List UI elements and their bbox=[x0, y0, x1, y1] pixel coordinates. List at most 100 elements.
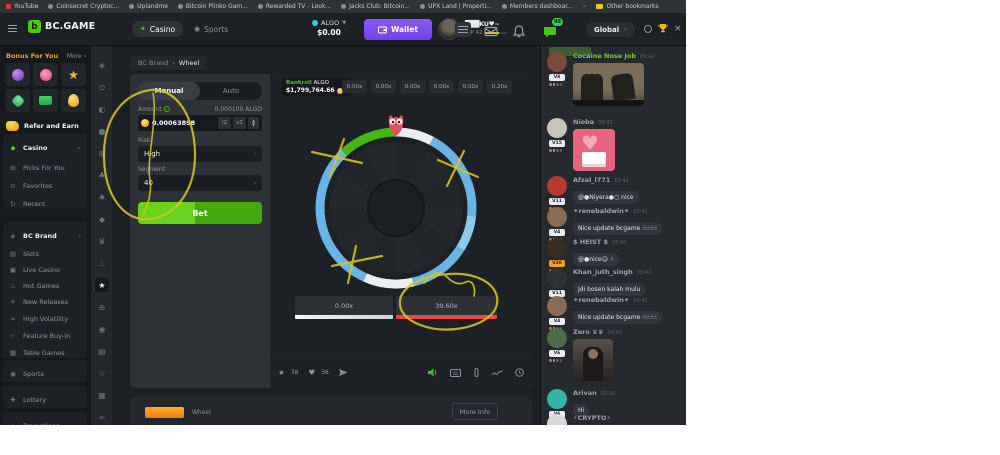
chat-username[interactable]: ✦renebaldwin✦ bbox=[573, 296, 629, 304]
breadcrumb-parent[interactable]: BC Brand bbox=[138, 59, 168, 67]
notifications-bell-icon[interactable] bbox=[512, 23, 526, 36]
bookmark-item[interactable]: Coinsecret Cryptoc... bbox=[48, 3, 119, 10]
bonus-tile[interactable]: ★ bbox=[61, 63, 86, 86]
hotkeys-keyboard-icon[interactable] bbox=[450, 369, 461, 377]
chat-avatar[interactable] bbox=[547, 389, 567, 409]
chat-avatar[interactable] bbox=[547, 268, 567, 288]
rail-category-icon[interactable]: ∞ bbox=[95, 410, 109, 424]
chat-channel-selector[interactable]: Global › bbox=[586, 22, 635, 37]
bonus-tile[interactable] bbox=[5, 89, 30, 112]
sidebar-item-hot-games[interactable]: ♨Hot Games bbox=[3, 278, 87, 293]
sidebar-item-lottery[interactable]: ✚Lottery bbox=[3, 392, 87, 407]
rail-category-icon[interactable]: ◐ bbox=[95, 102, 109, 116]
hamburger-menu-icon[interactable] bbox=[8, 25, 17, 32]
sidebar-item-new-releases[interactable]: ✈New Releases bbox=[3, 294, 87, 309]
bookmark-item[interactable]: Jacks Club: Bitcoin... bbox=[341, 3, 410, 10]
chat-rules-icon[interactable] bbox=[644, 25, 652, 33]
bcgame-logo[interactable]: b BC.GAME bbox=[28, 20, 95, 33]
bonus-tile[interactable] bbox=[61, 89, 86, 112]
chat-username[interactable]: Arivan bbox=[573, 389, 597, 397]
sidebar-item-promotions[interactable]: ◇Promotions bbox=[3, 418, 87, 425]
bonus-more-link[interactable]: More › bbox=[67, 53, 86, 60]
more-info-button[interactable]: More Info bbox=[452, 403, 498, 420]
rail-category-icon[interactable]: ⊕ bbox=[95, 300, 109, 314]
rail-category-icon[interactable]: ♣ bbox=[95, 168, 109, 182]
sidebar-item-picks-for-you[interactable]: ⊞Picks For You bbox=[3, 160, 87, 175]
bookmark-item[interactable]: UPX Land | Properti... bbox=[420, 3, 492, 10]
rail-category-icon[interactable]: ⊙ bbox=[95, 80, 109, 94]
chat-username[interactable]: Zero ♛♛ bbox=[573, 328, 604, 336]
bookmark-item[interactable]: Members dashboar... bbox=[502, 3, 573, 10]
trends-icon[interactable] bbox=[492, 369, 503, 377]
tab-sports[interactable]: ◉ Sports bbox=[186, 21, 236, 37]
wallet-button[interactable]: Wallet bbox=[364, 19, 432, 40]
other-bookmarks[interactable]: Other bookmarks bbox=[596, 3, 658, 10]
sidebar-item-sports[interactable]: ◉Sports bbox=[3, 366, 87, 381]
risk-select[interactable]: High › bbox=[138, 146, 262, 162]
chat-username[interactable]: Khan_juth_singh bbox=[573, 268, 633, 276]
chat-username[interactable]: Nioba bbox=[573, 118, 594, 126]
rail-category-icon[interactable]: ♨ bbox=[95, 256, 109, 270]
rail-category-icon[interactable]: ♛ bbox=[95, 234, 109, 248]
rail-category-icon[interactable]: ⊞ bbox=[95, 146, 109, 160]
auto-tab[interactable]: Auto bbox=[200, 82, 262, 100]
rail-category-icon[interactable]: ● bbox=[95, 124, 109, 138]
share-icon[interactable] bbox=[339, 369, 348, 377]
bonus-tile[interactable] bbox=[5, 63, 30, 86]
inbox-icon[interactable] bbox=[484, 23, 498, 36]
sidebar-item-table-games[interactable]: ▦Table Games bbox=[3, 345, 87, 360]
bet-list-icon[interactable] bbox=[455, 22, 471, 37]
double-bet-button[interactable]: x2 bbox=[233, 117, 246, 129]
half-bet-button[interactable]: /2 bbox=[218, 117, 231, 129]
bookmark-item[interactable]: Uplandme bbox=[129, 3, 168, 10]
rail-category-icon[interactable]: ▤ bbox=[95, 344, 109, 358]
chat-avatar[interactable] bbox=[547, 52, 567, 72]
chat-avatar[interactable] bbox=[547, 328, 567, 348]
sidebar-item-slots[interactable]: ▤Slots bbox=[3, 246, 87, 261]
history-clock-icon[interactable] bbox=[515, 368, 524, 377]
trophy-icon[interactable] bbox=[658, 23, 668, 35]
bookmark-item[interactable]: YouTube bbox=[6, 3, 38, 10]
chat-username[interactable]: $ HEIST $ bbox=[573, 238, 608, 246]
bookmarks-overflow-icon[interactable]: » bbox=[583, 3, 587, 10]
bonus-tile[interactable] bbox=[33, 63, 58, 86]
chat-avatar[interactable] bbox=[547, 296, 567, 316]
rail-category-icon[interactable]: ◆ bbox=[95, 212, 109, 226]
favorite-star-icon[interactable]: ★ bbox=[278, 368, 285, 377]
sidebar-item-recent[interactable]: ↻Recent bbox=[3, 196, 87, 211]
chat-avatar[interactable] bbox=[547, 176, 567, 196]
chat-avatar[interactable] bbox=[547, 238, 567, 258]
bet-button[interactable]: Bet bbox=[138, 202, 262, 224]
sound-icon[interactable] bbox=[428, 368, 438, 377]
rail-category-icon[interactable]: ◈ bbox=[95, 58, 109, 72]
seed-icon[interactable] bbox=[473, 368, 480, 377]
breadcrumb[interactable]: BC Brand › Wheel bbox=[130, 56, 207, 70]
sidebar-item-casino[interactable]: ◆Casino⌄ bbox=[3, 140, 87, 155]
tab-casino[interactable]: ✦ Casino bbox=[132, 21, 183, 37]
manual-tab[interactable]: Manual bbox=[138, 82, 200, 100]
bonus-tile[interactable] bbox=[33, 89, 58, 112]
chat-username[interactable]: ✦renebaldwin✦ bbox=[573, 207, 629, 215]
chat-username[interactable]: Cocaine Nose Job bbox=[573, 52, 636, 60]
chat-username[interactable]: Afzal_l771 bbox=[573, 176, 610, 184]
like-heart-icon[interactable]: ♥ bbox=[308, 368, 315, 377]
chat-avatar[interactable] bbox=[547, 207, 567, 227]
rail-category-icon[interactable]: ★ bbox=[95, 278, 109, 292]
currency-selector[interactable]: ALGO ▼ $0.00 bbox=[300, 19, 358, 37]
bookmark-item[interactable]: Rewarded TV - Look... bbox=[258, 3, 331, 10]
rail-category-icon[interactable]: ☆ bbox=[95, 366, 109, 380]
bookmark-item[interactable]: Bitcoin Plinko Gam... bbox=[178, 3, 248, 10]
rail-category-icon[interactable]: ◉ bbox=[95, 322, 109, 336]
rail-category-icon[interactable]: ♠ bbox=[95, 190, 109, 204]
sidebar-item-high-volatility[interactable]: ≈High Volatility bbox=[3, 311, 87, 326]
sidebar-item-favorites[interactable]: ⊙Favorites bbox=[3, 178, 87, 193]
rail-category-icon[interactable]: ▦ bbox=[95, 388, 109, 402]
chat-avatar[interactable] bbox=[547, 414, 567, 425]
chat-close-icon[interactable]: × bbox=[674, 24, 682, 34]
amount-stepper[interactable]: ▲▼ bbox=[248, 117, 259, 129]
refer-and-earn[interactable]: Refer and Earn bbox=[0, 116, 90, 136]
sidebar-item-feature-buy-in[interactable]: ☆Feature Buy-in bbox=[3, 328, 87, 343]
sidebar-item-live-casino[interactable]: ▣Live Casino bbox=[3, 262, 87, 277]
segment-select[interactable]: 40 › bbox=[138, 175, 262, 191]
sidebar-item-bc-brand[interactable]: ◈BC Brand› bbox=[3, 228, 87, 243]
